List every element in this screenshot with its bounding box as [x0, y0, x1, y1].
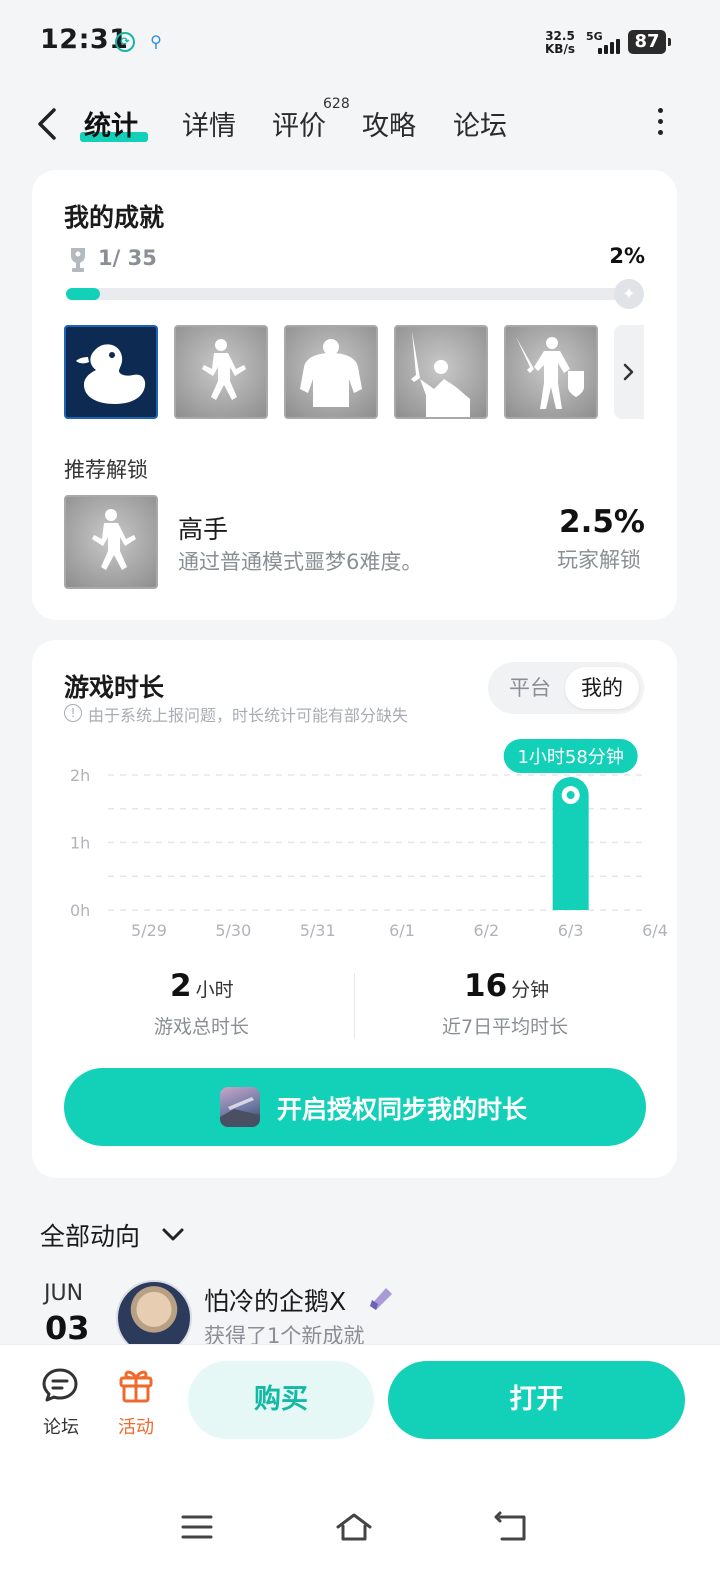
tab-stats[interactable]: 统计: [84, 104, 138, 143]
recommend-percent-label: 玩家解锁: [557, 548, 641, 572]
game-app-icon: [220, 1087, 260, 1127]
chevron-right-icon[interactable]: [614, 325, 644, 419]
achievement-progress-fill: [66, 288, 100, 300]
tab-guides[interactable]: 攻略: [362, 104, 416, 143]
feed-title[interactable]: 全部动向: [40, 1217, 140, 1253]
tab-reviews[interactable]: 评价: [272, 104, 326, 143]
battery-icon: 87: [628, 30, 671, 54]
forum-label[interactable]: 论坛: [43, 1413, 79, 1439]
network-type: 5G: [586, 30, 603, 43]
badge-strongman[interactable]: [284, 325, 378, 419]
more-icon[interactable]: [652, 108, 668, 138]
achievement-percent: 2%: [609, 244, 645, 268]
achievement-count: 1/ 35: [98, 246, 157, 270]
signal-icon: 5G: [586, 30, 626, 54]
recommend-percent: 2.5%: [559, 504, 645, 540]
dancer-icon: [202, 339, 246, 400]
dancer-icon: [92, 509, 136, 570]
menu-icon[interactable]: [177, 1509, 217, 1545]
feed-day: 03: [45, 1309, 90, 1347]
badge-swordsman[interactable]: [394, 325, 488, 419]
bar-marker-dot: [566, 791, 575, 800]
badge-dancer[interactable]: [174, 325, 268, 419]
x-tick-label: 6/4: [642, 921, 668, 940]
chevron-down-icon[interactable]: [160, 1224, 186, 1244]
total-playtime: 2 小时: [170, 968, 234, 1004]
tab-forum[interactable]: 论坛: [453, 104, 507, 143]
achievements-card: 我的成就 1/ 35 2% ✦ 推荐解锁 高手 通过普通模式噩梦6难度。 2.5…: [32, 170, 677, 620]
tooltip-label: 1小时58分钟: [517, 747, 623, 768]
total-playtime-label: 游戏总时长: [154, 1016, 250, 1038]
duck-icon: [76, 344, 146, 404]
achievements-title: 我的成就: [64, 203, 165, 232]
reviews-count-badge: 628: [323, 96, 350, 112]
segment-mine[interactable]: 我的: [565, 667, 639, 709]
playtime-title: 游戏时长: [64, 673, 165, 702]
top-nav: 统计 详情 评价 628 攻略 论坛: [0, 96, 720, 152]
feed-month: JUN: [44, 1281, 84, 1306]
recommend-badge[interactable]: [64, 495, 158, 589]
swordsman-icon: [411, 331, 470, 417]
x-tick-label: 5/31: [300, 921, 336, 940]
segment-platform[interactable]: 平台: [493, 667, 567, 709]
recommend-desc: 通过普通模式噩梦6难度。: [178, 550, 423, 574]
gem-icon: [370, 1288, 392, 1310]
x-tick-label: 6/1: [389, 921, 415, 940]
x-tick-label: 5/29: [131, 921, 167, 940]
info-icon: !: [64, 704, 82, 722]
strongman-icon: [300, 339, 362, 407]
recommend-name: 高手: [178, 515, 229, 544]
x-tick-label: 6/2: [473, 921, 499, 940]
x-tick-label: 5/30: [215, 921, 251, 940]
stat-divider: [354, 973, 355, 1039]
tab-details[interactable]: 详情: [182, 104, 236, 143]
badge-duck[interactable]: [64, 325, 158, 419]
activity-label[interactable]: 活动: [118, 1413, 154, 1439]
sync-playtime-button[interactable]: 开启授权同步我的时长: [64, 1068, 646, 1146]
total-playtime-unit: 小时: [195, 979, 234, 1001]
back-icon[interactable]: [34, 104, 64, 144]
playtime-card: 游戏时长 平台 我的 ! 由于系统上报问题，时长统计可能有部分缺失 0h 1h 2h…: [32, 640, 677, 1178]
recommend-title: 推荐解锁: [64, 458, 148, 482]
leaf-icon: ⚲: [150, 32, 162, 51]
feed-username[interactable]: 怕冷的企鹅X: [204, 1282, 346, 1318]
forum-icon[interactable]: [40, 1365, 80, 1405]
trophy-icon: [71, 248, 85, 272]
playtime-segment-toggle: 平台 我的: [488, 662, 644, 714]
playtime-chart: 0h 1h 2h 5/29 5/30 5/31 6/1 6/2 6/3 6/4 1小时58分钟: [70, 739, 668, 940]
home-icon[interactable]: [334, 1509, 374, 1545]
avg-playtime-label: 近7日平均时长: [442, 1016, 569, 1038]
y-tick-label: 1h: [70, 834, 90, 853]
bottom-action-bar: 论坛 活动 购买 打开: [0, 1344, 720, 1595]
achievement-progress-bar: [66, 288, 644, 300]
status-bar: 12:31 ⟳ ⚲ 32.5 KB/s 5G 87: [0, 0, 720, 86]
net-speed: 32.5 KB/s: [545, 30, 575, 56]
total-playtime-value: 2: [170, 968, 192, 1004]
y-tick-label: 0h: [70, 901, 90, 920]
progress-end-icon: ✦: [614, 279, 644, 309]
sync-playtime-label: 开启授权同步我的时长: [277, 1095, 528, 1124]
knight-icon: [516, 337, 584, 409]
buy-button[interactable]: 购买: [188, 1361, 374, 1439]
tap-icon: ⟳: [115, 32, 135, 52]
gift-icon[interactable]: [116, 1365, 156, 1405]
badge-knight[interactable]: [504, 325, 598, 419]
avg-playtime-value: 16: [464, 968, 508, 1004]
y-tick-label: 2h: [70, 766, 90, 785]
avg-playtime: 16 分钟: [464, 968, 549, 1004]
net-speed-unit: KB/s: [545, 42, 575, 56]
avg-playtime-unit: 分钟: [511, 979, 550, 1001]
back-nav-icon[interactable]: [492, 1509, 532, 1545]
x-tick-label: 6/3: [558, 921, 584, 940]
playtime-note: 由于系统上报问题，时长统计可能有部分缺失: [88, 706, 409, 725]
open-button[interactable]: 打开: [388, 1361, 685, 1439]
